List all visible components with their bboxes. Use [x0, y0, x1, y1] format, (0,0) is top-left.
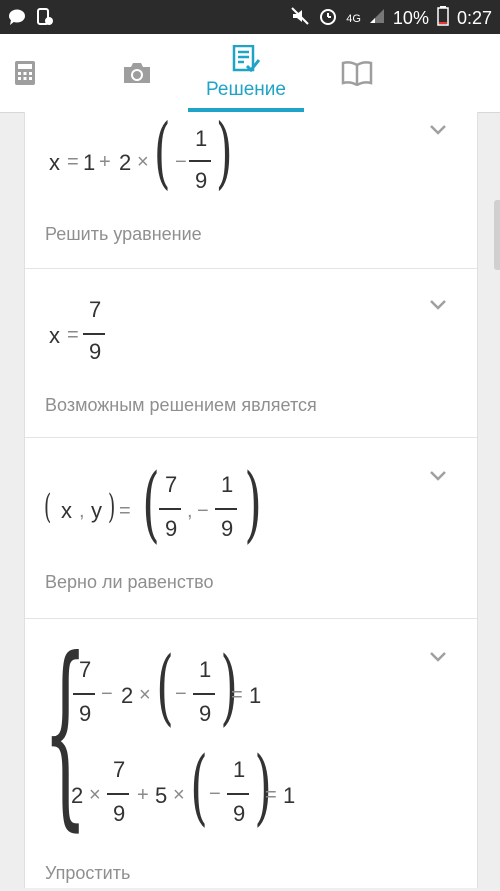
frac-numerator: 7: [89, 297, 102, 322]
left-paren: (: [142, 457, 160, 552]
math-eq: =: [67, 151, 79, 173]
signal-icon: [369, 8, 385, 29]
book-icon: [341, 60, 373, 86]
frac-numerator: 7: [79, 657, 92, 682]
frac-denominator: 9: [113, 801, 126, 826]
step-caption: Упростить: [45, 863, 131, 883]
math-var: x: [49, 150, 60, 175]
step-caption: Решить уравнение: [45, 224, 202, 244]
frac-numerator: 1: [199, 657, 212, 682]
right-paren: ): [244, 457, 262, 552]
frac-denominator: 9: [165, 516, 178, 541]
mute-icon: [290, 6, 310, 31]
math-var: x: [49, 323, 60, 348]
screenshot-notification-icon: [36, 8, 54, 31]
fraction-bar: [83, 333, 105, 335]
tab-camera[interactable]: [110, 34, 164, 112]
left-paren: (: [156, 640, 174, 735]
math-minus: −: [209, 783, 221, 805]
left-paren: (: [190, 740, 208, 835]
math-minus: −: [101, 683, 113, 705]
camera-icon: [122, 61, 152, 85]
solution-steps: x = 1 + 2 × ( − 1 9 ) Решить уравнение x…: [24, 112, 478, 888]
top-tab-bar: Решение: [0, 34, 500, 113]
math-eq: =: [265, 784, 277, 806]
right-paren: ): [107, 487, 116, 527]
math-num: 1: [83, 150, 96, 175]
frac-numerator: 7: [165, 472, 178, 497]
scroll-edge-handle[interactable]: [494, 200, 500, 270]
calculator-icon: [14, 60, 36, 86]
math-var: x: [61, 498, 72, 523]
tab-book[interactable]: [336, 34, 378, 112]
frac-numerator: 1: [233, 757, 246, 782]
math-times: ×: [173, 784, 185, 806]
math-comma: ,: [187, 500, 193, 522]
fraction-bar: [73, 693, 95, 695]
math-comma: ,: [79, 500, 85, 522]
frac-denominator: 9: [195, 168, 208, 193]
fraction-bar: [227, 793, 249, 795]
math-eq: =: [67, 324, 79, 346]
network-type: 4G: [346, 12, 361, 25]
tab-calculator[interactable]: [0, 34, 50, 112]
status-bar: 4G 10% 0:27: [0, 0, 500, 34]
chevron-down-icon[interactable]: [429, 124, 447, 136]
math-plus: +: [137, 784, 149, 806]
fraction-bar: [189, 160, 211, 162]
alarm-icon: [318, 6, 338, 31]
math-num: 2: [121, 683, 134, 708]
battery-icon: [437, 6, 449, 31]
tab-solution-label: Решение: [206, 79, 286, 100]
step-card-4[interactable]: { 7 9 − 2 × ( − 1 9 ) = 1 2 × 7 9 + 5 × …: [25, 619, 477, 891]
frac-denominator: 9: [221, 516, 234, 541]
frac-numerator: 7: [113, 757, 126, 782]
frac-denominator: 9: [199, 701, 212, 726]
frac-numerator: 1: [195, 126, 208, 151]
math-times: ×: [139, 684, 151, 706]
fraction-bar: [107, 793, 129, 795]
math-plus: +: [99, 151, 111, 173]
left-paren: (: [43, 487, 52, 527]
fraction-bar: [215, 508, 237, 510]
chevron-down-icon[interactable]: [429, 299, 447, 311]
math-minus: −: [175, 683, 187, 705]
left-paren: (: [153, 108, 171, 198]
math-num: 1: [283, 783, 296, 808]
step-card-2[interactable]: x = 7 9 Возможным решением является: [25, 269, 477, 438]
math-minus: −: [175, 151, 187, 173]
math-times: ×: [89, 784, 101, 806]
math-eq: =: [231, 684, 243, 706]
right-paren: ): [215, 108, 233, 198]
math-num: 5: [155, 783, 168, 808]
math-var: y: [91, 498, 102, 523]
clock: 0:27: [456, 8, 492, 28]
frac-denominator: 9: [79, 701, 92, 726]
solution-icon: [231, 45, 261, 73]
math-num: 2: [71, 783, 84, 808]
fraction-bar: [193, 693, 215, 695]
tab-solution[interactable]: Решение: [188, 34, 304, 112]
battery-percent: 10%: [392, 8, 429, 28]
math-num: 1: [249, 683, 262, 708]
math-num: 2: [119, 150, 132, 175]
step-card-1[interactable]: x = 1 + 2 × ( − 1 9 ) Решить уравнение: [25, 112, 477, 269]
frac-denominator: 9: [89, 339, 102, 364]
frac-denominator: 9: [233, 801, 246, 826]
fraction-bar: [159, 508, 181, 510]
chevron-down-icon[interactable]: [429, 470, 447, 482]
math-times: ×: [137, 151, 149, 173]
math-eq: =: [119, 500, 131, 522]
chevron-down-icon[interactable]: [429, 651, 447, 663]
math-minus: −: [197, 500, 209, 522]
step-caption: Возможным решением является: [45, 395, 317, 415]
chat-notification-icon: [8, 8, 26, 31]
frac-numerator: 1: [221, 472, 234, 497]
step-card-3[interactable]: ( x , y ) = ( 7 9 , − 1 9 ) Верно ли рав…: [25, 438, 477, 619]
step-caption: Верно ли равенство: [45, 572, 214, 592]
